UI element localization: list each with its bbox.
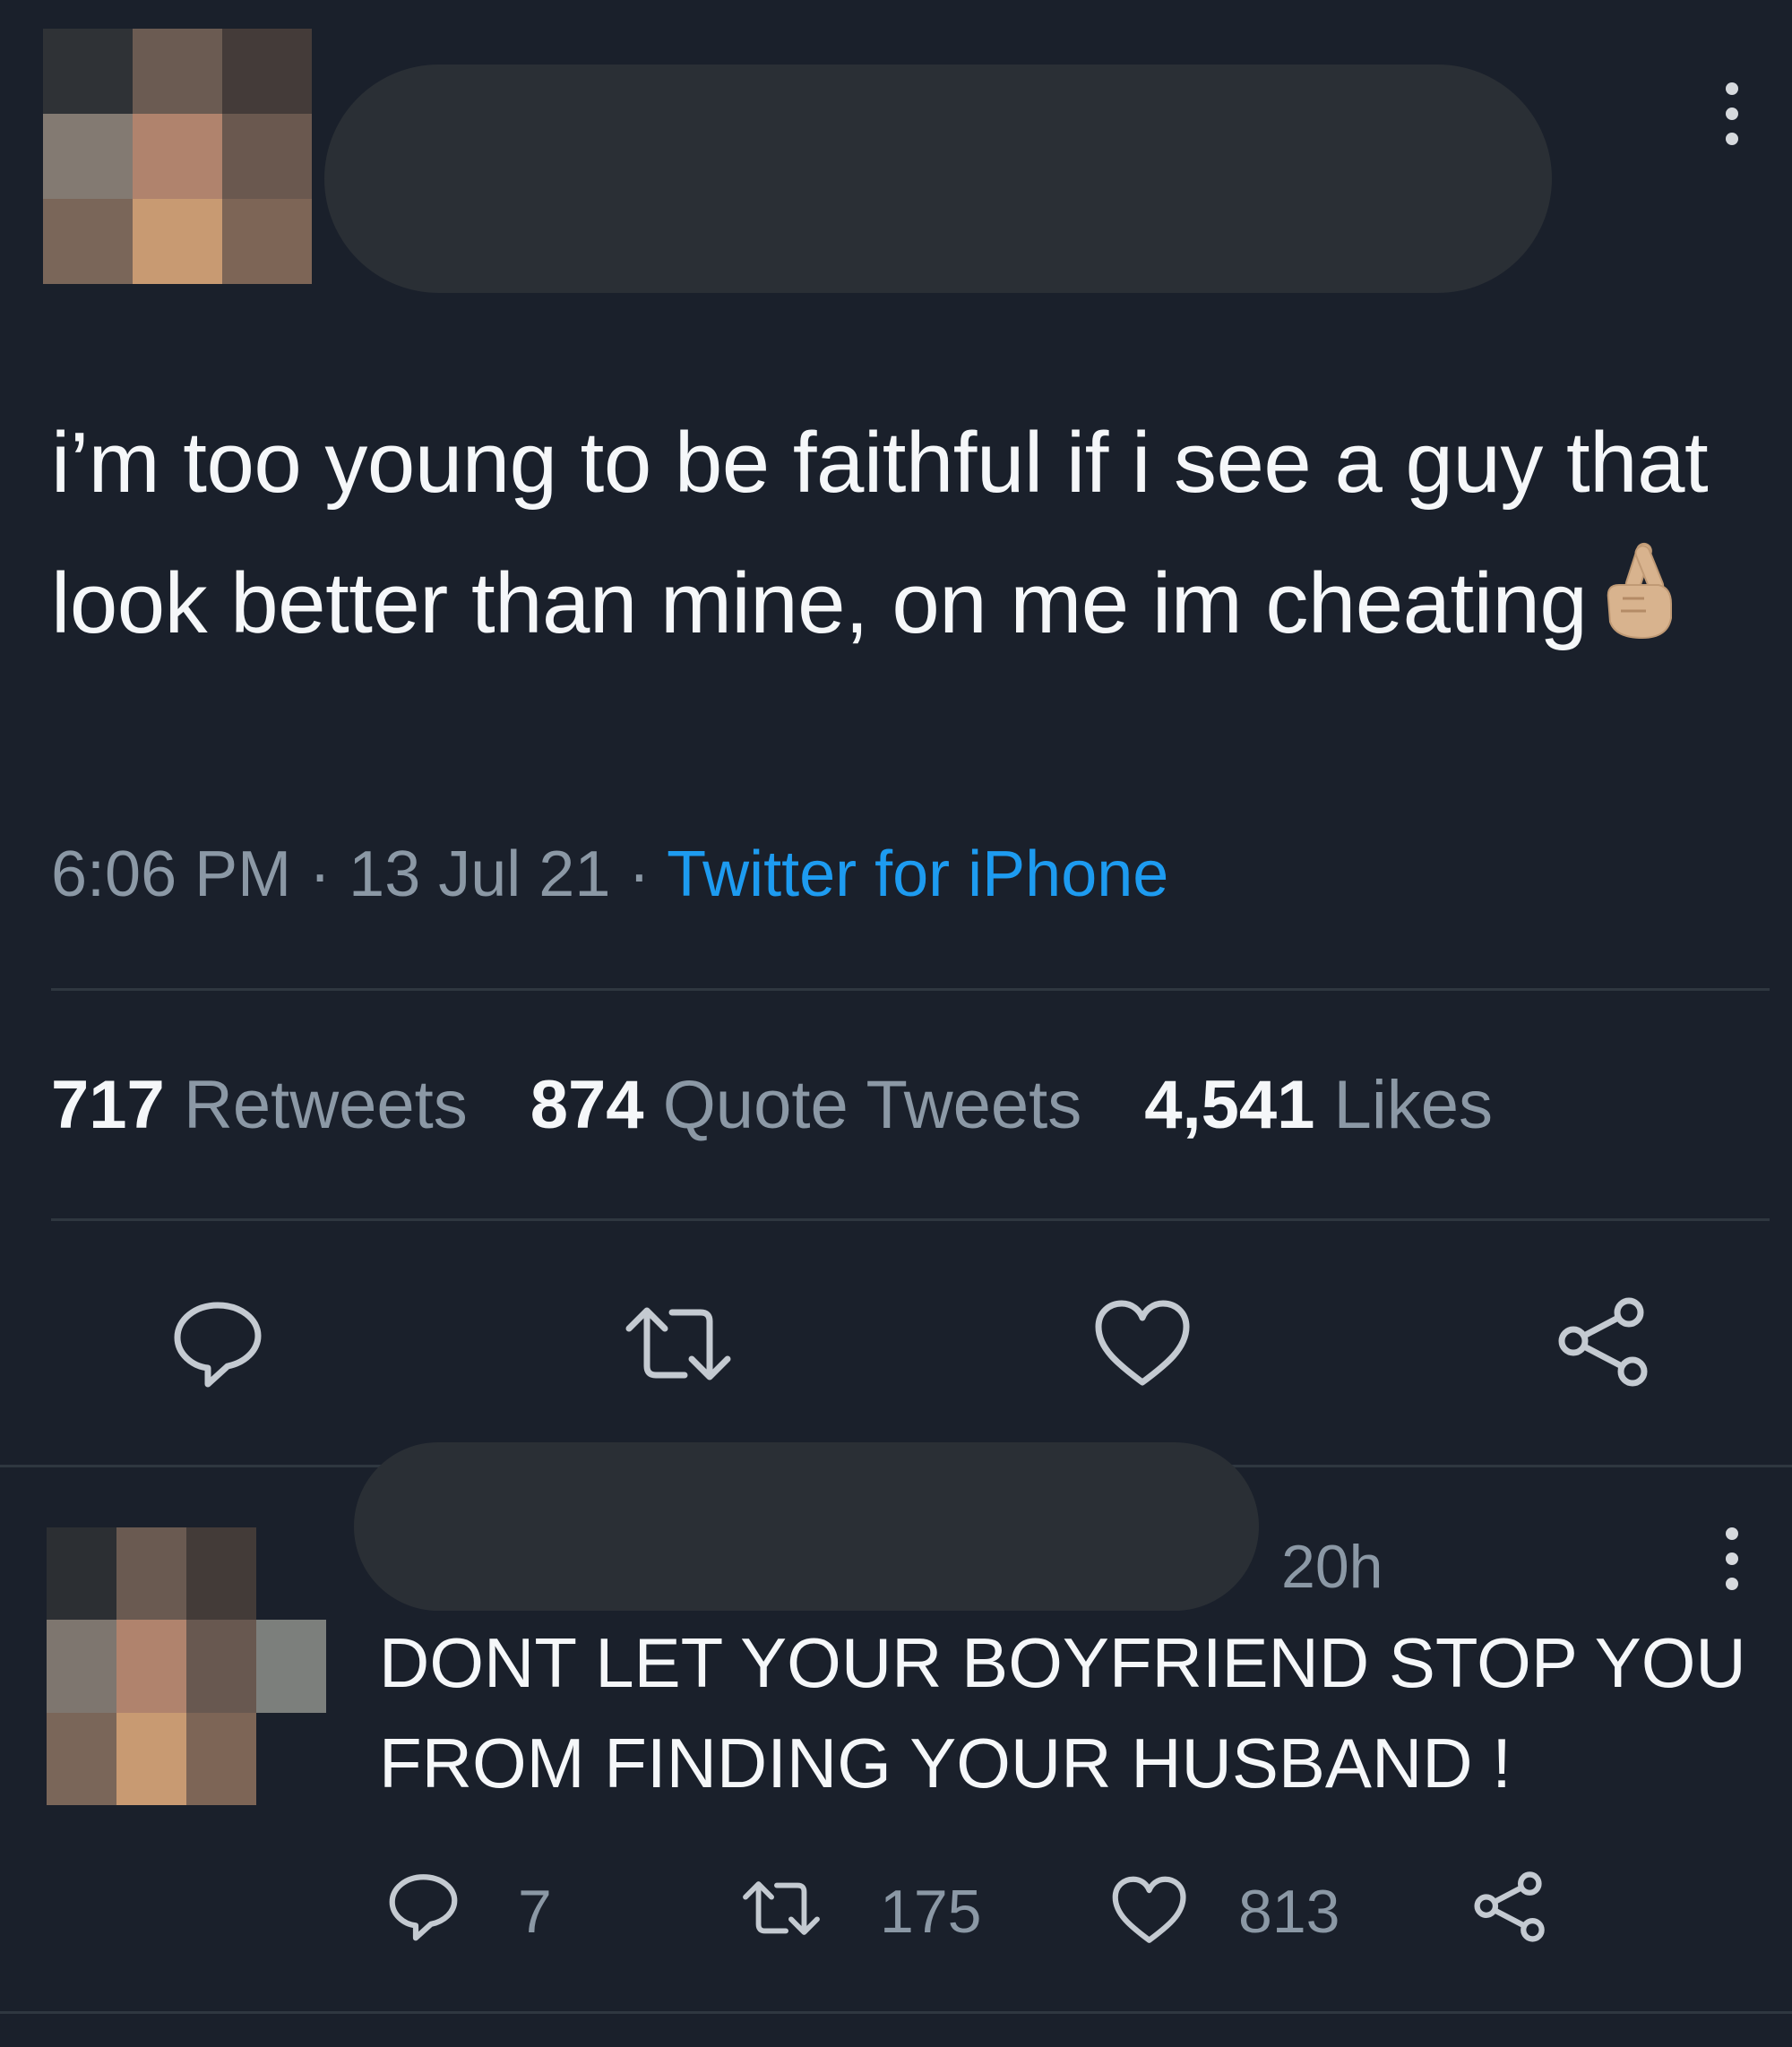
reply-reply-icon[interactable] bbox=[385, 1869, 461, 1949]
reply-retweet-count: 175 bbox=[880, 1878, 982, 1946]
tweet-stats: 717 Retweets 874 Quote Tweets 4,541 Likes bbox=[51, 1066, 1493, 1144]
retweets-stat[interactable]: 717 Retweets bbox=[51, 1067, 468, 1143]
divider bbox=[51, 988, 1770, 991]
redacted-username bbox=[324, 65, 1552, 293]
meta-separator: · bbox=[309, 839, 332, 910]
quote-tweets-stat[interactable]: 874 Quote Tweets bbox=[530, 1067, 1081, 1143]
divider bbox=[51, 1218, 1770, 1221]
reply-retweet-icon[interactable] bbox=[737, 1872, 826, 1948]
avatar[interactable] bbox=[43, 29, 312, 284]
reply-avatar[interactable] bbox=[47, 1527, 326, 1805]
bottom-divider bbox=[0, 2011, 1792, 2014]
reply-share-icon[interactable] bbox=[1469, 1869, 1550, 1952]
share-icon[interactable] bbox=[1552, 1294, 1655, 1398]
crossed-fingers-icon bbox=[1596, 536, 1678, 684]
redacted-reply-username bbox=[354, 1442, 1259, 1611]
like-icon[interactable] bbox=[1091, 1294, 1194, 1398]
reply-icon[interactable] bbox=[168, 1294, 267, 1398]
reply-count: 7 bbox=[518, 1878, 552, 1946]
reply-time: 20h bbox=[1281, 1533, 1383, 1601]
reply-like-count: 813 bbox=[1238, 1878, 1340, 1946]
tweet-time: 6:06 PM bbox=[51, 839, 292, 910]
reply-like-icon[interactable] bbox=[1109, 1872, 1190, 1953]
tweet-meta: 6:06 PM · 13 Jul 21 · Twitter for iPhone bbox=[51, 838, 1168, 911]
reply-text: DONT LET YOUR BOYFRIEND STOP YOU FROM FI… bbox=[379, 1623, 1746, 1802]
tweet-text: i’m too young to be faithful if i see a … bbox=[51, 392, 1753, 684]
retweet-icon[interactable] bbox=[620, 1294, 737, 1398]
more-options-icon[interactable] bbox=[1726, 82, 1738, 145]
tweet-date: 13 Jul 21 bbox=[349, 839, 611, 910]
reply-more-options-icon[interactable] bbox=[1726, 1527, 1738, 1590]
meta-separator: · bbox=[628, 839, 650, 910]
tweet-source-link[interactable]: Twitter for iPhone bbox=[667, 839, 1168, 910]
likes-stat[interactable]: 4,541 Likes bbox=[1144, 1067, 1493, 1143]
